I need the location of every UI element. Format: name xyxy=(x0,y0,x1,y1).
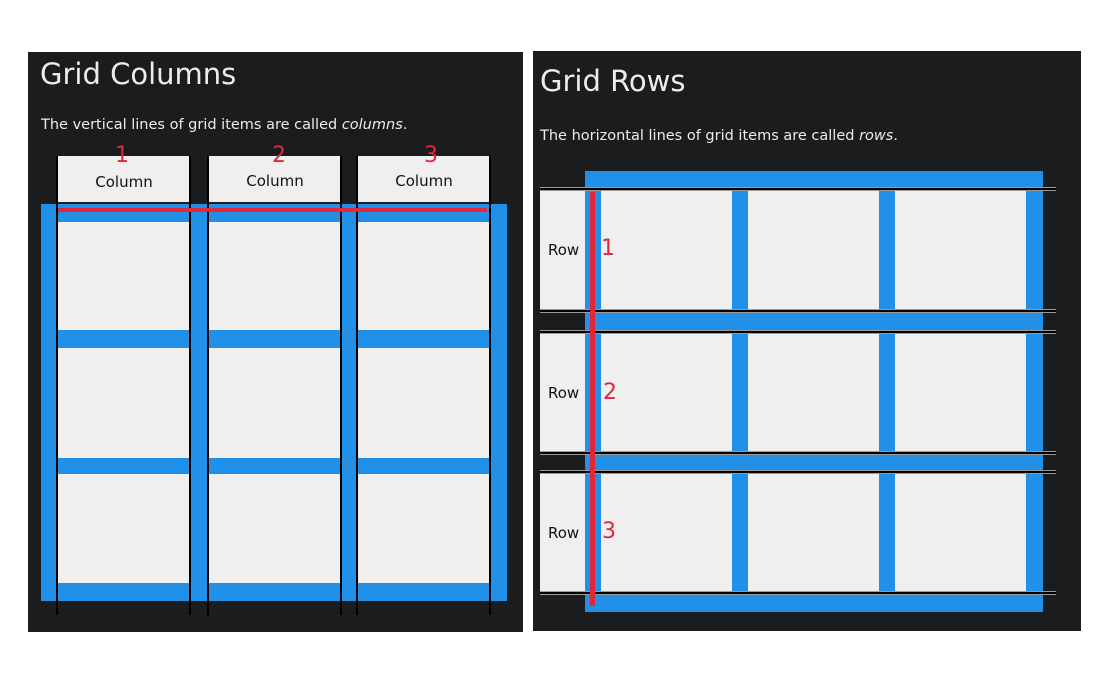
grid-columns-panel: Grid Columns The vertical lines of grid … xyxy=(28,52,523,632)
column-line xyxy=(356,156,358,615)
row-number-1: 1 xyxy=(601,236,615,261)
column-line xyxy=(207,156,209,615)
description-term: rows xyxy=(859,128,894,144)
column-label: Column xyxy=(95,173,153,191)
grid-rows-title: Grid Rows xyxy=(540,64,686,98)
column-label: Column xyxy=(395,172,453,190)
row-label: Row xyxy=(548,241,580,259)
row-line xyxy=(540,451,1056,455)
column-number-1: 1 xyxy=(115,143,129,168)
column-line xyxy=(56,156,58,615)
description-prefix: The horizontal lines of grid items are c… xyxy=(540,128,860,144)
column-label: Column xyxy=(246,172,304,190)
grid-rows-description: The horizontal lines of grid items are c… xyxy=(540,128,898,144)
grid-item xyxy=(58,348,190,458)
row-line xyxy=(540,309,1056,313)
row-line xyxy=(540,330,1056,334)
grid-item xyxy=(895,190,1026,310)
grid-item xyxy=(209,222,341,330)
grid-item xyxy=(748,333,879,453)
grid-item xyxy=(601,190,732,310)
grid-item xyxy=(358,222,490,330)
column-number-2: 2 xyxy=(272,143,286,168)
column-line xyxy=(489,156,491,615)
grid-item xyxy=(58,222,190,330)
grid-item xyxy=(58,474,190,583)
description-suffix: . xyxy=(402,117,408,133)
grid-item xyxy=(748,190,879,310)
grid-columns-title: Grid Columns xyxy=(40,57,237,91)
row-line xyxy=(540,470,1056,474)
description-suffix: . xyxy=(893,128,898,144)
grid-columns-description: The vertical lines of grid items are cal… xyxy=(41,117,407,133)
grid-rows-panel: Grid Rows The horizontal lines of grid i… xyxy=(533,51,1081,631)
description-term: columns xyxy=(341,117,403,133)
row-number-3: 3 xyxy=(602,519,616,544)
row-line xyxy=(540,187,1056,191)
row-line xyxy=(540,591,1056,595)
grid-item xyxy=(601,473,732,592)
column-number-3: 3 xyxy=(424,143,438,168)
grid-item xyxy=(209,348,341,458)
grid-item xyxy=(358,348,490,458)
grid-item xyxy=(209,474,341,583)
rows-highlight-line xyxy=(590,192,595,606)
grid-item xyxy=(895,473,1026,592)
grid-item xyxy=(895,333,1026,453)
row-label: Row xyxy=(548,384,580,402)
columns-highlight-line xyxy=(58,208,487,212)
column-line xyxy=(340,156,342,615)
column-line xyxy=(189,156,191,615)
description-prefix: The vertical lines of grid items are cal… xyxy=(41,117,342,133)
grid-item xyxy=(601,333,732,453)
grid-item xyxy=(748,473,879,592)
row-label: Row xyxy=(548,524,580,542)
grid-item xyxy=(358,474,490,583)
row-number-2: 2 xyxy=(603,380,617,405)
